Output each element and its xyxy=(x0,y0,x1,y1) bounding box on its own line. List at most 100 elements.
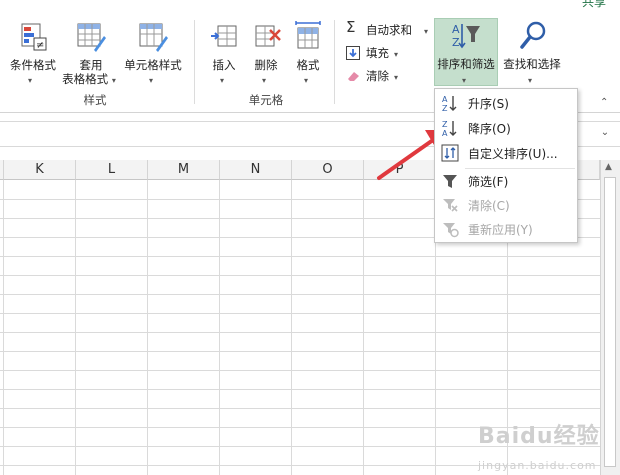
group-separator xyxy=(194,20,195,104)
svg-text:Z: Z xyxy=(452,36,460,49)
table-format-label-1: 套用 xyxy=(79,58,103,72)
fill-down-icon xyxy=(346,46,360,60)
menu-item-label: 重新应用(Y) xyxy=(468,223,533,237)
watermark: Baidu经验 jingyan.baidu.com xyxy=(478,418,600,475)
chevron-down-icon: ▾ xyxy=(304,76,309,85)
sort-filter-menu: A Z 升序(S) Z A 降序(O) 自定义排序(U)... 筛选(F) 清除… xyxy=(434,88,578,243)
menu-item-label: 自定义排序(U)... xyxy=(468,147,558,161)
chevron-down-icon: ▾ xyxy=(462,76,467,85)
insert-cells-icon xyxy=(211,25,237,47)
grid-row-line xyxy=(0,351,600,352)
grid-row-line xyxy=(0,332,600,333)
find-select-button[interactable]: 查找和选择 ▾ xyxy=(500,20,564,88)
chevron-down-icon: ▾ xyxy=(149,76,154,85)
sort-ascending-icon: A Z xyxy=(442,95,457,112)
column-header-n[interactable]: N xyxy=(220,160,292,180)
format-button[interactable]: 格式 ▾ xyxy=(288,20,328,88)
menu-item-reapply: 重新应用(Y) xyxy=(435,217,577,241)
grid-column-line xyxy=(3,180,4,475)
sigma-icon: Σ xyxy=(346,18,356,36)
clear-button[interactable]: 清除 ▾ xyxy=(344,68,434,86)
delete-label: 删除 xyxy=(254,58,278,72)
sort-filter-icon: A Z xyxy=(452,23,480,49)
expand-formula-bar-icon[interactable]: ⌄ xyxy=(598,127,612,141)
collapse-ribbon-icon[interactable]: ⌃ xyxy=(600,97,608,108)
magnifier-icon xyxy=(520,21,546,49)
menu-item-filter[interactable]: 筛选(F) xyxy=(435,169,577,193)
grid-column-line xyxy=(291,180,292,475)
menu-item-sort-descending[interactable]: Z A 降序(O) xyxy=(435,116,577,140)
delete-button[interactable]: 删除 ▾ xyxy=(246,20,286,88)
watermark-text: Baidu经验 xyxy=(478,424,600,449)
grid-column-line xyxy=(147,180,148,475)
insert-button[interactable]: 插入 ▾ xyxy=(204,20,244,88)
column-header-m[interactable]: M xyxy=(148,160,220,180)
cell-styles-icon xyxy=(139,23,168,52)
insert-label: 插入 xyxy=(212,58,236,72)
conditional-format-label: 条件格式 xyxy=(10,58,56,72)
svg-text:A: A xyxy=(442,95,448,104)
conditional-format-icon: ≠ xyxy=(21,23,47,51)
scroll-up-icon[interactable]: ▲ xyxy=(605,162,612,172)
find-select-label: 查找和选择 xyxy=(503,57,561,71)
sort-descending-icon: Z A xyxy=(442,120,457,137)
menu-item-clear-filter: 清除(C) xyxy=(435,193,577,217)
svg-text:Z: Z xyxy=(442,104,448,112)
vertical-scrollbar[interactable]: ▲ xyxy=(600,160,620,475)
share-button[interactable]: 共享 xyxy=(582,0,606,10)
chevron-down-icon: ▾ xyxy=(220,76,225,85)
chevron-down-icon: ▾ xyxy=(394,50,399,59)
scrollbar-thumb[interactable] xyxy=(604,177,616,467)
grid-row-line xyxy=(0,294,600,295)
menu-item-label: 降序(O) xyxy=(468,122,511,136)
group-separator xyxy=(334,20,335,104)
share-label: 共享 xyxy=(581,0,606,9)
reapply-filter-icon xyxy=(443,223,459,238)
conditional-format-button[interactable]: ≠ 条件格式 ▾ xyxy=(4,20,62,88)
clear-filter-icon xyxy=(443,199,458,212)
delete-cells-icon xyxy=(255,25,281,47)
autosum-label: 自动求和 xyxy=(366,23,412,37)
styles-group-label: 样式 xyxy=(83,93,107,107)
chevron-down-icon: ▾ xyxy=(424,27,429,36)
eraser-icon xyxy=(348,72,359,81)
cells-group-label: 单元格 xyxy=(248,93,284,107)
menu-item-sort-ascending[interactable]: A Z 升序(S) xyxy=(435,91,577,115)
chevron-down-icon: ▾ xyxy=(528,76,533,85)
grid-column-line xyxy=(363,180,364,475)
menu-item-label: 升序(S) xyxy=(468,97,509,111)
table-format-icon xyxy=(77,23,106,52)
svg-text:A: A xyxy=(442,129,448,137)
menu-item-label: 筛选(F) xyxy=(468,175,509,189)
format-as-table-button[interactable]: 套用 表格格式 ▾ xyxy=(62,20,120,88)
grid-column-line xyxy=(219,180,220,475)
cell-styles-label: 单元格样式 xyxy=(124,58,182,72)
column-header-l[interactable]: L xyxy=(76,160,148,180)
format-label: 格式 xyxy=(296,58,320,72)
watermark-sub: jingyan.baidu.com xyxy=(478,459,597,472)
column-header-k[interactable]: K xyxy=(4,160,76,180)
cell-styles-button[interactable]: 单元格样式 ▾ xyxy=(120,20,186,88)
grid-row-line xyxy=(0,389,600,390)
grid-column-line xyxy=(75,180,76,475)
grid-row-line xyxy=(0,370,600,371)
svg-text:A: A xyxy=(452,23,460,36)
grid-row-line xyxy=(0,275,600,276)
grid-row-line xyxy=(0,256,600,257)
autosum-button[interactable]: Σ 自动求和 ▾ xyxy=(344,18,434,40)
chevron-down-icon: ▾ xyxy=(28,76,33,85)
svg-text:≠: ≠ xyxy=(36,40,44,51)
grid-row-line xyxy=(0,313,600,314)
table-format-label-2: 表格格式 ▾ xyxy=(62,72,116,86)
chevron-down-icon: ▾ xyxy=(262,76,267,85)
fill-label: 填充 xyxy=(366,46,389,60)
sort-filter-button[interactable]: A Z 排序和筛选 ▾ xyxy=(434,20,498,88)
menu-item-custom-sort[interactable]: 自定义排序(U)... xyxy=(435,141,577,165)
column-header-o[interactable]: O xyxy=(292,160,364,180)
clear-label: 清除 xyxy=(366,69,389,83)
svg-text:Z: Z xyxy=(442,120,448,129)
filter-funnel-icon xyxy=(443,175,457,188)
format-cells-icon xyxy=(295,21,321,49)
fill-button[interactable]: 填充 ▾ xyxy=(344,45,434,63)
menu-item-label: 清除(C) xyxy=(468,199,510,213)
